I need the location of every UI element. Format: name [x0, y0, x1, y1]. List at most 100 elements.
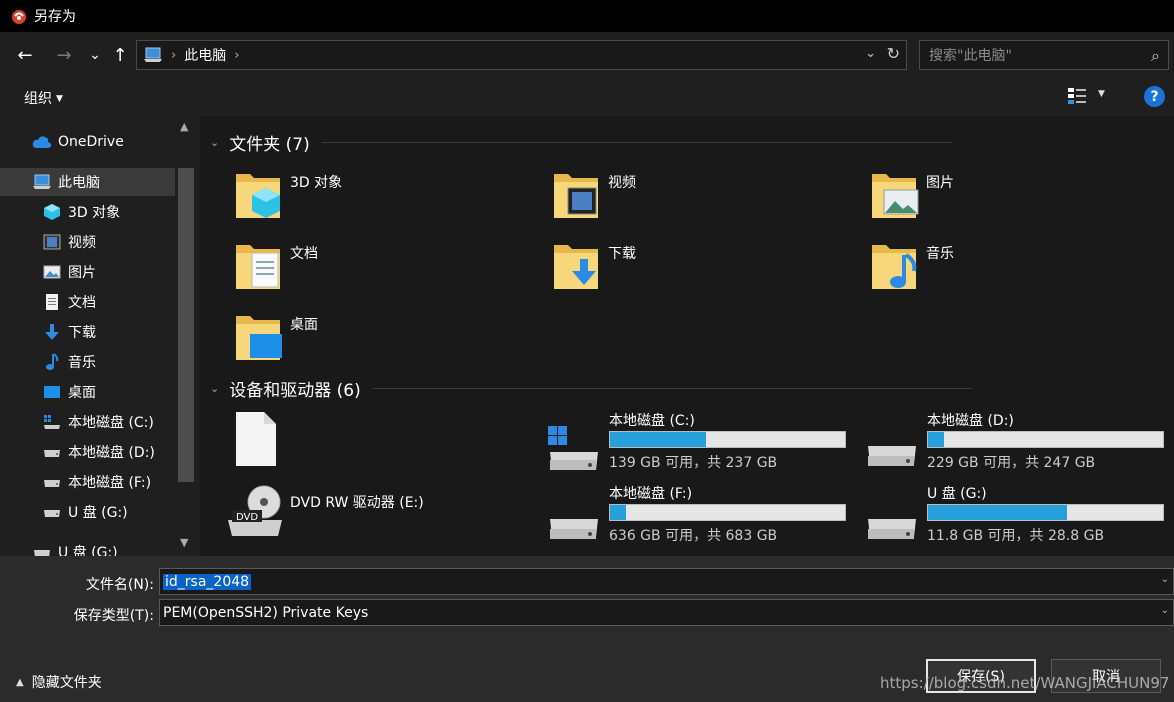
file-type-select[interactable]: PEM(OpenSSH2) Private Keys ⌄ — [159, 599, 1174, 626]
address-bar[interactable]: › 此电脑 › ⌄ ↻ — [136, 40, 907, 70]
folder-label: 图片 — [926, 175, 954, 191]
usb-drive-icon — [868, 519, 916, 539]
sidebar-item-pictures[interactable]: 图片 — [0, 258, 175, 286]
usb-drive-icon — [32, 543, 52, 556]
sidebar-item-label: U 盘 (G:) — [68, 505, 128, 521]
folders-group-title: 文件夹 (7) — [229, 135, 310, 155]
app-logo-icon — [12, 10, 26, 24]
unnamed-device-tile[interactable] — [234, 410, 290, 466]
drive-icon — [42, 473, 62, 491]
drive-icon — [42, 443, 62, 461]
filename-dropdown-icon[interactable]: ⌄ — [1161, 574, 1169, 585]
drive-icon — [868, 446, 916, 466]
breadcrumb-separator-icon: › — [171, 47, 177, 63]
drive-usage-fill — [610, 432, 707, 447]
folder-label: 桌面 — [290, 317, 318, 333]
collapse-chevron-icon[interactable]: ⌄ — [210, 136, 219, 149]
cube-icon — [42, 203, 62, 221]
desktop-icon — [42, 383, 62, 401]
picture-folder-icon — [872, 174, 919, 218]
folder-pictures[interactable]: 图片 — [870, 166, 954, 222]
breadcrumb-this-pc[interactable]: 此电脑 — [184, 45, 226, 65]
window-title: 另存为 — [34, 9, 76, 25]
sidebar-item-label: 此电脑 — [58, 175, 100, 191]
drives-group-title: 设备和驱动器 (6) — [229, 381, 361, 401]
music-icon — [42, 353, 62, 371]
sidebar-item-desktop[interactable]: 桌面 — [0, 378, 175, 406]
refresh-icon[interactable]: ↻ — [887, 44, 900, 63]
sidebar-item-label: 视频 — [68, 235, 96, 251]
drive-usage-bar — [927, 431, 1164, 448]
scroll-up-icon[interactable]: ▲ — [180, 120, 188, 133]
folder-3d-objects[interactable]: 3D 对象 — [234, 166, 342, 222]
watermark-text: https://blog.csdn.net/WANGJIACHUN97 — [880, 674, 1170, 692]
drive-name: U 盘 (G:) — [927, 486, 987, 502]
search-icon[interactable]: ⌕ — [1151, 46, 1160, 66]
desktop-folder-icon — [236, 316, 282, 360]
folder-label: 下载 — [608, 246, 636, 262]
navigation-bar: ← → ⌄ ↑ › 此电脑 › ⌄ ↻ 搜索"此电脑" ⌕ — [0, 32, 1174, 78]
video-icon — [42, 233, 62, 251]
drive-usage-bar — [927, 504, 1164, 521]
change-view-icon[interactable] — [1067, 87, 1087, 105]
sidebar-item-videos[interactable]: 视频 — [0, 228, 175, 256]
drive-name: 本地磁盘 (C:) — [609, 413, 695, 429]
drive-tile-d[interactable]: 本地磁盘 (D:) 229 GB 可用，共 247 GB — [864, 410, 1164, 478]
document-folder-icon — [236, 245, 280, 289]
sidebar-item-onedrive[interactable]: OneDrive — [0, 128, 175, 156]
folder-label: 文档 — [290, 246, 318, 262]
sidebar-item-drive-c[interactable]: 本地磁盘 (C:) — [0, 408, 175, 436]
file-type-label: 保存类型(T): — [73, 608, 154, 624]
pc-icon — [32, 173, 52, 191]
sidebar-item-3d-objects[interactable]: 3D 对象 — [0, 198, 175, 226]
organize-menu-button[interactable]: 组织 ▼ — [24, 88, 63, 108]
save-options-panel: 文件名(N): id_rsa_2048 ⌄ 保存类型(T): PEM(OpenS… — [0, 556, 1174, 702]
recent-locations-chevron-icon[interactable]: ⌄ — [83, 43, 107, 67]
sidebar-item-drive-d[interactable]: 本地磁盘 (D:) — [0, 438, 175, 466]
folder-desktop[interactable]: 桌面 — [234, 308, 318, 364]
collapse-chevron-icon[interactable]: ⌄ — [210, 382, 219, 395]
breadcrumb-separator-icon[interactable]: › — [234, 48, 239, 63]
file-type-value: PEM(OpenSSH2) Private Keys — [163, 604, 369, 621]
sidebar-item-music[interactable]: 音乐 — [0, 348, 175, 376]
sidebar-scroll-thumb[interactable] — [178, 168, 194, 482]
folder-documents[interactable]: 文档 — [234, 237, 318, 293]
sidebar-item-documents[interactable]: 文档 — [0, 288, 175, 316]
sidebar-item-this-pc[interactable]: 此电脑 — [0, 168, 175, 196]
help-icon[interactable]: ? — [1144, 86, 1165, 107]
command-bar: 组织 ▼ ▼ ? — [0, 78, 1174, 116]
up-arrow-icon[interactable]: ↑ — [108, 43, 132, 67]
windows-drive-icon — [42, 413, 62, 431]
drive-tile-f[interactable]: 本地磁盘 (F:) 636 GB 可用，共 683 GB — [546, 483, 846, 551]
back-arrow-icon[interactable]: ← — [13, 43, 37, 67]
drive-usage-fill — [610, 505, 627, 520]
sidebar-item-downloads[interactable]: 下载 — [0, 318, 175, 346]
folder-music[interactable]: 音乐 — [870, 237, 954, 293]
address-dropdown-icon[interactable]: ⌄ — [865, 46, 876, 61]
filename-value[interactable]: id_rsa_2048 — [163, 573, 252, 590]
sidebar-item-label: 桌面 — [68, 385, 96, 401]
sidebar-item-usb-g[interactable]: U 盘 (G:) — [0, 498, 175, 526]
download-folder-icon — [554, 245, 598, 289]
search-input[interactable]: 搜索"此电脑" ⌕ — [919, 40, 1169, 70]
sidebar-item-drive-f[interactable]: 本地磁盘 (F:) — [0, 468, 175, 496]
dvd-badge-text: DVD — [236, 512, 258, 523]
file-type-dropdown-icon[interactable]: ⌄ — [1161, 605, 1169, 616]
drives-group-header[interactable]: ⌄ 设备和驱动器 (6) — [210, 376, 973, 401]
forward-arrow-icon[interactable]: → — [52, 43, 76, 67]
folder-videos[interactable]: 视频 — [552, 166, 636, 222]
view-options-caret-icon[interactable]: ▼ — [1098, 89, 1105, 99]
folder-downloads[interactable]: 下载 — [552, 237, 636, 293]
sidebar-item-usb-g-root[interactable]: U 盘 (G:) — [0, 538, 175, 556]
file-list-pane: ⌄ 文件夹 (7) 3D 对象 视频 图片 文档 下载 音乐 桌面 ⌄ 设备和驱… — [200, 116, 1174, 556]
drive-tile-g[interactable]: U 盘 (G:) 11.8 GB 可用，共 28.8 GB — [864, 483, 1164, 551]
folders-group-header[interactable]: ⌄ 文件夹 (7) — [210, 130, 952, 155]
picture-icon — [42, 263, 62, 281]
filename-input[interactable]: id_rsa_2048 ⌄ — [159, 568, 1174, 595]
dvd-drive-tile[interactable]: DVD DVD RW 驱动器 (E:) — [226, 484, 424, 540]
drive-tile-c[interactable]: 本地磁盘 (C:) 139 GB 可用，共 237 GB — [546, 410, 846, 478]
cube-folder-icon — [236, 174, 280, 218]
drive-space-info: 139 GB 可用，共 237 GB — [609, 455, 778, 471]
scroll-down-icon[interactable]: ▼ — [180, 536, 188, 549]
hide-folders-toggle[interactable]: ▲ 隐藏文件夹 — [16, 672, 102, 692]
